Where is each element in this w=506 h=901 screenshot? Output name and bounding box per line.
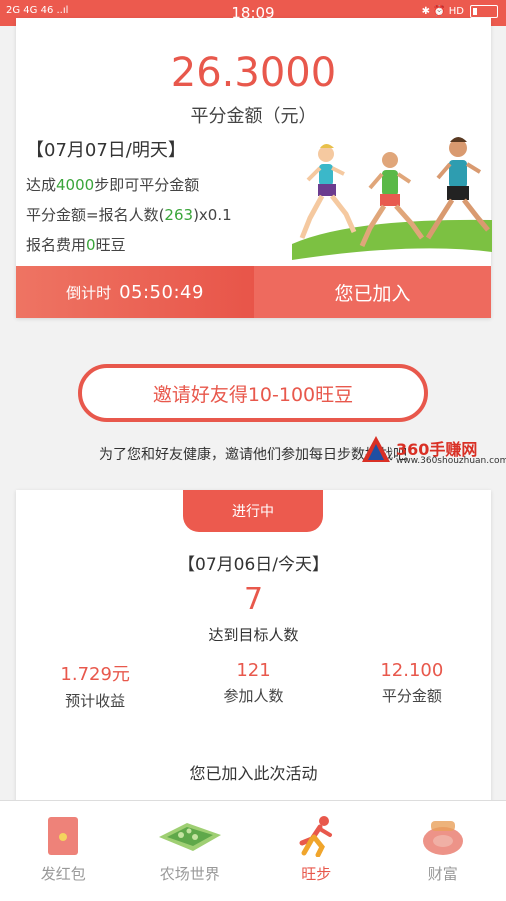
status-badge: 进行中 <box>183 490 323 532</box>
status-right-icons: ✱ ⏰ HD <box>422 5 498 18</box>
countdown-timer: 倒计时 05:50:49 <box>16 266 254 318</box>
pool-amount-label: 平分金额（元） <box>16 102 491 128</box>
countdown-label: 倒计时 <box>66 282 111 303</box>
rule-steps-value: 4000 <box>56 176 94 194</box>
stat-participants: 121 参加人数 <box>174 660 332 711</box>
today-date: 【07月06日/今天】 <box>16 550 491 575</box>
stat-label: 预计收益 <box>16 690 174 711</box>
runner-icon <box>294 815 338 857</box>
bottom-nav: 发红包 农场世界 旺步 财富 <box>0 800 506 901</box>
countdown-value: 05:50:49 <box>119 282 204 303</box>
watermark-logo-icon <box>360 434 392 464</box>
stat-expected-income: 1.729元 预计收益 <box>16 660 174 711</box>
today-challenge-card: 进行中 【07月06日/今天】 7 达到目标人数 1.729元 预计收益 121… <box>16 490 491 810</box>
invite-friends-button[interactable]: 邀请好友得10-100旺豆 <box>78 364 428 422</box>
stat-value: 1.729元 <box>16 660 174 686</box>
system-icons: ✱ ⏰ HD <box>422 6 464 17</box>
rule-fee-prefix: 报名费用 <box>26 236 86 254</box>
nav-item-red-envelope[interactable]: 发红包 <box>0 801 127 901</box>
nav-item-wangbu[interactable]: 旺步 <box>253 801 380 901</box>
watermark-url: www.360shouzhuan.com <box>396 456 506 466</box>
rule-formula: 平分金额=报名人数(263)x0.1 <box>26 204 232 225</box>
nav-label: 旺步 <box>253 863 380 884</box>
reached-count: 7 <box>16 582 491 617</box>
pool-amount: 26.3000 <box>16 50 491 96</box>
battery-icon <box>470 5 498 18</box>
stat-label: 平分金额 <box>333 685 491 706</box>
rule-fee-suffix: 旺豆 <box>96 236 126 254</box>
stat-pool-amount: 12.100 平分金额 <box>333 660 491 711</box>
nav-label: 农场世界 <box>127 863 254 884</box>
rule-fee-value: 0 <box>86 236 96 254</box>
watermark: 360手赚网 www.360shouzhuan.com <box>360 434 500 468</box>
farm-icon <box>157 815 223 855</box>
joined-message: 您已加入此次活动 <box>16 760 491 784</box>
action-bar: 倒计时 05:50:49 您已加入 <box>16 266 491 318</box>
stat-value: 12.100 <box>333 660 491 681</box>
joined-button[interactable]: 您已加入 <box>254 266 491 318</box>
rule-fee: 报名费用0旺豆 <box>26 234 126 255</box>
rule-formula-suffix: )x0.1 <box>193 206 232 224</box>
rule-steps-suffix: 步即可平分金额 <box>94 176 199 194</box>
rule-formula-prefix: 平分金额=报名人数( <box>26 206 164 224</box>
challenge-date: 【07月07日/明天】 <box>26 136 186 162</box>
tomorrow-challenge-card: 26.3000 平分金额（元） 【07月07日/明天】 达成4000步即可平分金… <box>16 18 491 318</box>
rule-steps-prefix: 达成 <box>26 176 56 194</box>
nav-label: 发红包 <box>0 863 127 884</box>
nav-label: 财富 <box>380 863 506 884</box>
rule-formula-count: 263 <box>164 206 193 224</box>
nav-item-wealth[interactable]: 财富 <box>380 801 506 901</box>
money-bag-icon <box>419 815 467 857</box>
rule-steps: 达成4000步即可平分金额 <box>26 174 199 195</box>
nav-item-farm-world[interactable]: 农场世界 <box>127 801 254 901</box>
reached-label: 达到目标人数 <box>16 624 491 645</box>
runners-illustration <box>292 134 492 270</box>
red-envelope-icon <box>46 815 80 857</box>
stat-label: 参加人数 <box>174 685 332 706</box>
stats-row: 1.729元 预计收益 121 参加人数 12.100 平分金额 <box>16 660 491 711</box>
stat-value: 121 <box>174 660 332 681</box>
